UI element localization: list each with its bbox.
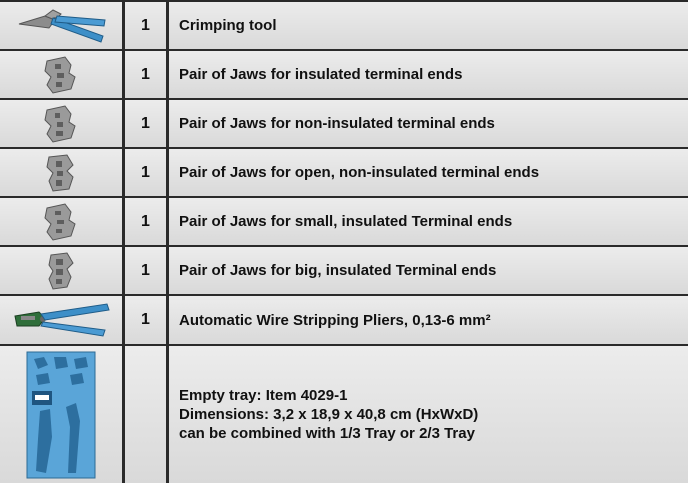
foam-tray-icon — [26, 351, 96, 478]
quantity-cell: 1 — [122, 100, 169, 147]
item-image-cell — [0, 346, 122, 483]
description-cell: Pair of Jaws for open, non-insulated ter… — [179, 164, 540, 181]
quantity-cell: 1 — [122, 149, 169, 196]
tray-dimensions: Dimensions: 3,2 x 18,9 x 40,8 cm (HxWxD) — [179, 406, 479, 423]
description-cell: Crimping tool — [179, 17, 277, 34]
quantity-cell — [122, 346, 169, 483]
description-cell: Automatic Wire Stripping Pliers, 0,13-6 … — [179, 311, 491, 329]
table-row: 1 Pair of Jaws for open, non-insulated t… — [0, 149, 688, 198]
quantity-cell: 1 — [122, 51, 169, 98]
item-image-cell — [0, 296, 122, 344]
jaws-icon — [44, 55, 76, 94]
table-row: 1 Automatic Wire Stripping Pliers, 0,13-… — [0, 296, 688, 346]
description-cell: Empty tray: Item 4029-1 Dimensions: 3,2 … — [169, 346, 688, 483]
description-cell: Pair of Jaws for non-insulated terminal … — [179, 115, 495, 132]
quantity-cell: 1 — [122, 296, 169, 344]
table-row: 1 Pair of Jaws for small, insulated Term… — [0, 198, 688, 247]
tray-compatibility: can be combined with 1/3 Tray or 2/3 Tra… — [179, 425, 475, 442]
item-image-cell — [0, 198, 122, 245]
item-image-cell — [0, 51, 122, 98]
description-cell: Pair of Jaws for small, insulated Termin… — [179, 213, 513, 230]
description-cell: Pair of Jaws for insulated terminal ends — [179, 66, 463, 83]
quantity-cell: 1 — [122, 198, 169, 245]
table-row: 1 Pair of Jaws for insulated terminal en… — [0, 51, 688, 100]
table-row: Empty tray: Item 4029-1 Dimensions: 3,2 … — [0, 346, 688, 483]
item-image-cell — [0, 149, 122, 196]
jaws-icon — [44, 202, 76, 241]
item-image-cell — [0, 100, 122, 147]
table-row: 1 Crimping tool — [0, 2, 688, 51]
item-image-cell — [0, 247, 122, 294]
description-cell: Pair of Jaws for big, insulated Terminal… — [179, 262, 497, 279]
parts-table: 1 Crimping tool 1 Pair of Jaws for insul… — [0, 0, 688, 483]
jaws-icon — [46, 153, 74, 192]
jaws-icon — [44, 104, 76, 143]
crimping-tool-icon — [18, 8, 106, 43]
tray-description: Empty tray: Item 4029-1 Dimensions: 3,2 … — [179, 386, 478, 443]
quantity-cell: 1 — [122, 2, 169, 49]
jaws-icon — [48, 251, 74, 290]
item-image-cell — [0, 2, 122, 49]
table-row: 1 Pair of Jaws for non-insulated termina… — [0, 100, 688, 149]
tray-item-number: Empty tray: Item 4029-1 — [179, 387, 348, 404]
quantity-cell: 1 — [122, 247, 169, 294]
wire-stripping-pliers-icon — [14, 303, 110, 337]
table-row: 1 Pair of Jaws for big, insulated Termin… — [0, 247, 688, 296]
